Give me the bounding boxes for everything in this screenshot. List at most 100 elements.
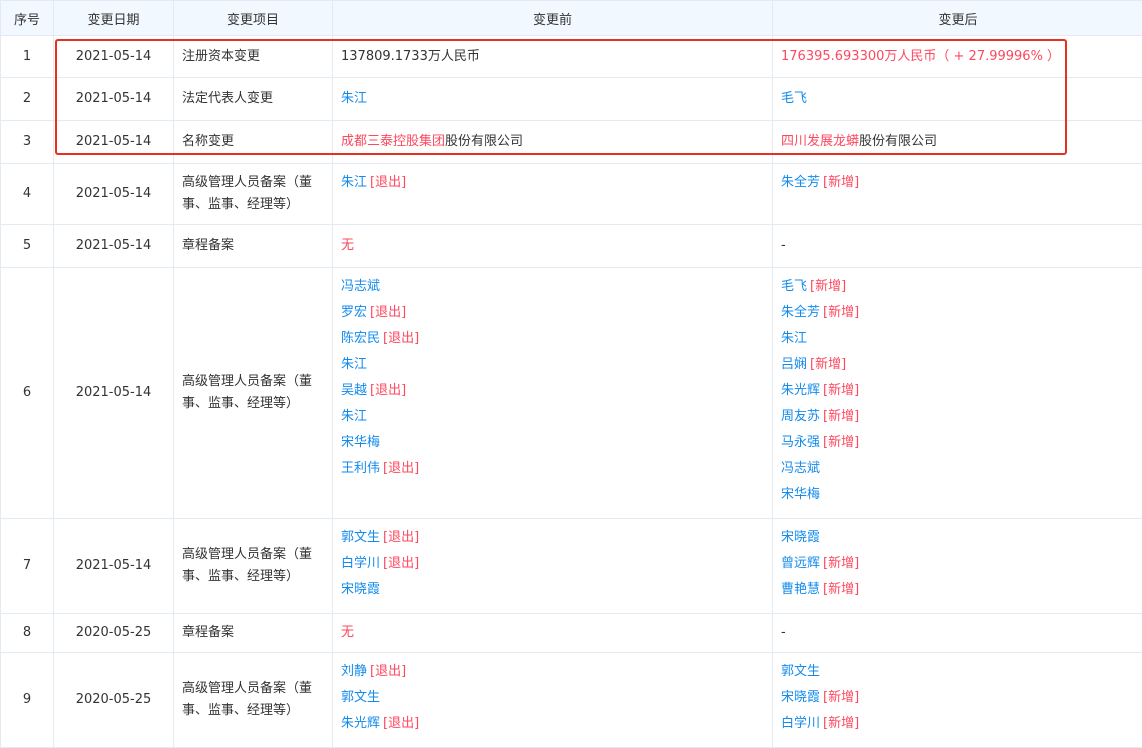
list-item: 宋华梅	[781, 482, 1135, 508]
person-list: 冯志斌罗宏[退出]陈宏民[退出]朱江吴越[退出]朱江宋华梅王利伟[退出]	[341, 268, 764, 488]
change-tag: [新增]	[823, 383, 859, 398]
person-link[interactable]: 朱全芳	[781, 305, 820, 320]
row-after: 毛飞	[773, 78, 1142, 121]
row-date: 2021-05-14	[54, 78, 174, 121]
table-row: 1 2021-05-14 注册资本变更 137809.1733万人民币 1763…	[1, 36, 1142, 78]
person-link[interactable]: 冯志斌	[341, 279, 380, 294]
person-link[interactable]: 宋华梅	[781, 487, 820, 502]
list-item: 冯志斌	[341, 274, 764, 300]
person-link[interactable]: 朱光辉	[341, 716, 380, 731]
change-tag: [退出]	[370, 305, 406, 320]
list-item: 冯志斌	[781, 456, 1135, 482]
row-after: 朱全芳[新增]	[773, 164, 1142, 225]
person-link[interactable]: 毛飞	[781, 91, 807, 106]
change-tag: [新增]	[823, 716, 859, 731]
row-index: 3	[1, 121, 54, 164]
list-item: 朱光辉[退出]	[341, 711, 764, 737]
person-link[interactable]: 朱光辉	[781, 383, 820, 398]
list-item: 毛飞[新增]	[781, 274, 1135, 300]
change-tag: [新增]	[810, 279, 846, 294]
list-item: 曾远辉[新增]	[781, 551, 1135, 577]
row-index: 6	[1, 268, 54, 519]
list-item: 宋晓霞	[781, 525, 1135, 551]
row-item: 注册资本变更	[174, 36, 333, 78]
person-link[interactable]: 宋华梅	[341, 435, 380, 450]
person-link[interactable]: 王利伟	[341, 461, 380, 476]
person-link[interactable]: 陈宏民	[341, 331, 380, 346]
person-link[interactable]: 朱江	[341, 91, 367, 106]
change-tag: [退出]	[383, 530, 419, 545]
row-index: 5	[1, 225, 54, 268]
list-item: 白学川[退出]	[341, 551, 764, 577]
table-row: 7 2021-05-14 高级管理人员备案（董事、监事、经理等） 郭文生[退出]…	[1, 519, 1142, 614]
table-row: 3 2021-05-14 名称变更 成都三泰控股集团股份有限公司 四川发展龙蟒股…	[1, 121, 1142, 164]
change-tag: [退出]	[370, 175, 406, 190]
row-date: 2021-05-14	[54, 36, 174, 78]
person-link[interactable]: 吴越	[341, 383, 367, 398]
row-date: 2020-05-25	[54, 614, 174, 653]
person-link[interactable]: 朱全芳	[781, 175, 820, 190]
person-link[interactable]: 郭文生	[781, 664, 820, 679]
person-link[interactable]: 宋晓霞	[781, 690, 820, 705]
person-link[interactable]: 刘静	[341, 664, 367, 679]
row-index: 8	[1, 614, 54, 653]
row-date: 2020-05-25	[54, 653, 174, 748]
person-link[interactable]: 白学川	[341, 556, 380, 571]
person-link[interactable]: 宋晓霞	[341, 582, 380, 597]
person-link[interactable]: 曹艳慧	[781, 582, 820, 597]
person-list: 宋晓霞曾远辉[新增]曹艳慧[新增]	[781, 519, 1135, 609]
list-item: 朱全芳[新增]	[781, 170, 1135, 196]
row-date: 2021-05-14	[54, 268, 174, 519]
header-item: 变更项目	[174, 1, 333, 36]
row-before: 刘静[退出]郭文生朱光辉[退出]	[333, 653, 773, 748]
row-after: 毛飞[新增] 朱全芳 [新增] 朱江吕娴[新增]朱光辉[新增]周友苏[新增] 马永强 [新…	[773, 268, 1142, 519]
person-link[interactable]: 吕娴	[781, 357, 807, 372]
none-value: 无	[341, 238, 354, 253]
person-link[interactable]: 白学川	[781, 716, 820, 731]
row-before: 无	[333, 614, 773, 653]
person-link[interactable]: 冯志斌	[781, 461, 820, 476]
person-link[interactable]: 周友苏	[781, 409, 820, 424]
person-list: 刘静[退出]郭文生朱光辉[退出]	[341, 653, 764, 743]
table-row: 5 2021-05-14 章程备案 无 -	[1, 225, 1142, 268]
row-before: 137809.1733万人民币	[333, 36, 773, 78]
list-item: 曹艳慧[新增]	[781, 577, 1135, 603]
list-item: 郭文生	[341, 685, 764, 711]
row-item: 章程备案	[174, 614, 333, 653]
row-after: -	[773, 225, 1142, 268]
list-item: 宋华梅	[341, 430, 764, 456]
change-tag: [新增]	[823, 690, 859, 705]
list-item: 吕娴[新增]	[781, 352, 1135, 378]
person-list: 朱全芳[新增]	[781, 164, 1135, 202]
list-item: 郭文生[退出]	[341, 525, 764, 551]
header-index: 序号	[1, 1, 54, 36]
row-after: 176395.693300万人民币（ + 27.99996% ）	[773, 36, 1142, 78]
row-item: 高级管理人员备案（董事、监事、经理等）	[174, 653, 333, 748]
list-item: 朱光辉[新增]	[781, 378, 1135, 404]
capital-before: 137809.1733万人民币	[341, 49, 480, 64]
person-link[interactable]: 朱江	[341, 175, 367, 190]
person-link[interactable]: 郭文生	[341, 690, 380, 705]
row-after: 四川发展龙蟒股份有限公司	[773, 121, 1142, 164]
person-link[interactable]: 宋晓霞	[781, 530, 820, 545]
person-link[interactable]: 罗宏	[341, 305, 367, 320]
change-tag: [新增]	[823, 582, 859, 597]
row-after: -	[773, 614, 1142, 653]
person-link[interactable]: 朱江	[781, 331, 807, 346]
person-link[interactable]: 朱江	[341, 409, 367, 424]
table-row: 2 2021-05-14 法定代表人变更 朱江 毛飞	[1, 78, 1142, 121]
list-item: 周友苏[新增]	[781, 404, 1135, 430]
change-tag: [退出]	[370, 383, 406, 398]
person-link[interactable]: 毛飞	[781, 279, 807, 294]
person-link[interactable]: 曾远辉	[781, 556, 820, 571]
header-before: 变更前	[333, 1, 773, 36]
person-link[interactable]: 朱江	[341, 357, 367, 372]
person-list: 郭文生宋晓霞[新增]白学川[新增]	[781, 653, 1135, 743]
person-link[interactable]: 马永强	[781, 435, 820, 450]
change-records-table: 序号 变更日期 变更项目 变更前 变更后 1 2021-05-14 注册资本变更…	[0, 0, 1142, 748]
name-rest: 股份有限公司	[859, 134, 937, 149]
change-tag: [新增]	[823, 175, 859, 190]
row-item: 高级管理人员备案（董事、监事、经理等）	[174, 164, 333, 225]
row-after: 郭文生宋晓霞[新增]白学川[新增]	[773, 653, 1142, 748]
person-link[interactable]: 郭文生	[341, 530, 380, 545]
